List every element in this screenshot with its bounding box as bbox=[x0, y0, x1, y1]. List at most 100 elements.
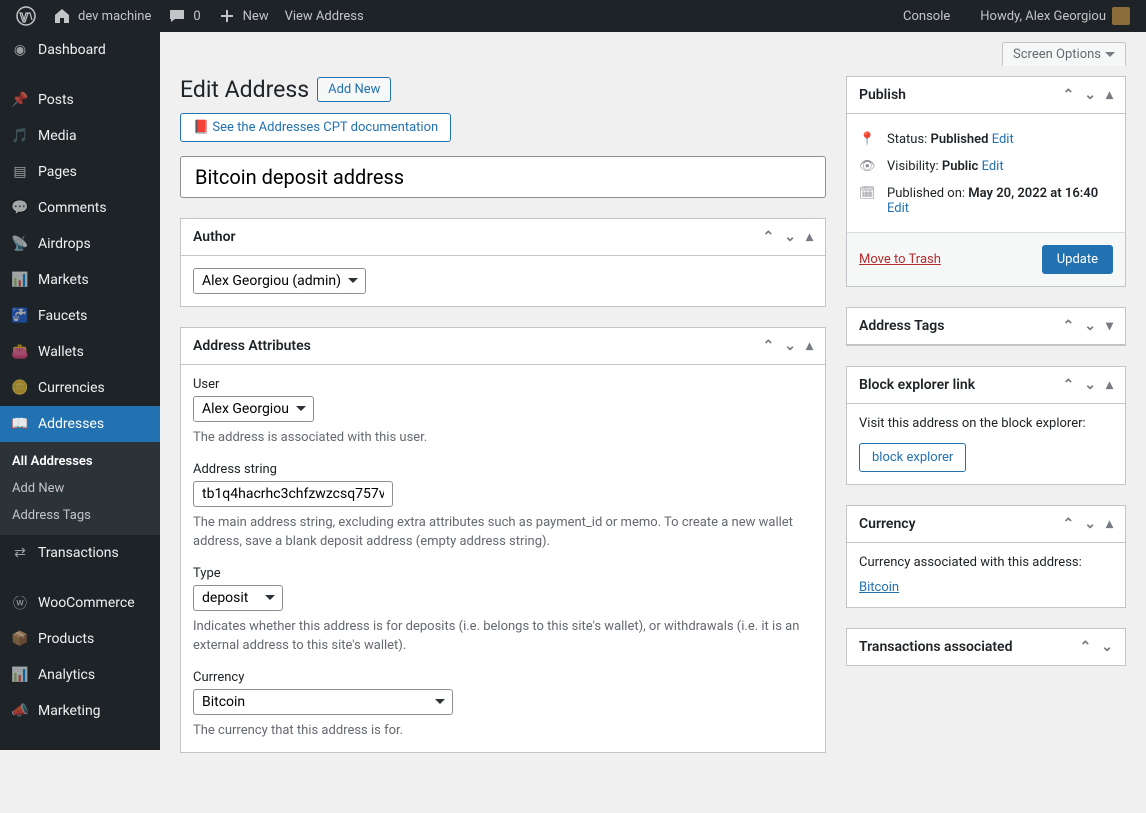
site-name[interactable]: dev machine bbox=[44, 0, 159, 32]
block-explorer-title: Block explorer link bbox=[859, 377, 975, 393]
move-up-icon[interactable]: ⌃ bbox=[1080, 639, 1092, 655]
address-string-input[interactable] bbox=[193, 481, 393, 507]
console-link[interactable]: Console bbox=[895, 0, 958, 32]
woo-icon: ⓦ bbox=[10, 593, 30, 613]
move-up-icon[interactable]: ⌃ bbox=[1063, 377, 1075, 393]
menu-comments[interactable]: 💬Comments bbox=[0, 190, 160, 226]
menu-markets[interactable]: 📊Markets bbox=[0, 262, 160, 298]
transactions-associated-title: Transactions associated bbox=[859, 639, 1012, 655]
swap-icon: ⇄ bbox=[10, 543, 30, 563]
submenu-address-tags[interactable]: Address Tags bbox=[0, 502, 160, 529]
screen-options-button[interactable]: Screen Options bbox=[1002, 42, 1126, 66]
menu-woocommerce[interactable]: ⓦWooCommerce bbox=[0, 585, 160, 621]
submenu-add-new[interactable]: Add New bbox=[0, 475, 160, 502]
currency-select[interactable]: Bitcoin bbox=[193, 689, 453, 715]
type-select[interactable]: deposit bbox=[193, 585, 283, 611]
user-select[interactable]: Alex Georgiou bbox=[193, 396, 314, 422]
comments-link[interactable]: 0 bbox=[159, 0, 208, 32]
edit-date-link[interactable]: Edit bbox=[887, 201, 909, 216]
edit-status-link[interactable]: Edit bbox=[992, 132, 1014, 147]
toggle-icon[interactable]: ▴ bbox=[806, 338, 813, 354]
pin-icon: 📌 bbox=[10, 90, 30, 110]
block-explorer-button[interactable]: block explorer bbox=[859, 443, 966, 472]
comment-icon bbox=[167, 6, 187, 26]
address-string-label: Address string bbox=[193, 462, 813, 477]
toggle-icon[interactable]: ▾ bbox=[1106, 318, 1113, 334]
menu-appearance[interactable]: 🖌️Appearance bbox=[0, 743, 160, 750]
add-new-button[interactable]: Add New bbox=[317, 77, 391, 102]
transactions-associated-metabox: Transactions associated ⌃ ⌄ bbox=[846, 628, 1126, 666]
toggle-icon[interactable]: ▴ bbox=[1106, 87, 1113, 103]
main-content: Screen Options Edit Address Add New 📕 Se… bbox=[160, 32, 1146, 813]
address-attributes-title: Address Attributes bbox=[193, 338, 311, 354]
page-title: Edit Address bbox=[180, 76, 309, 103]
author-metabox: Author ⌃ ⌄ ▴ Alex Georgiou (admin) bbox=[180, 218, 826, 307]
menu-airdrops[interactable]: 📡Airdrops bbox=[0, 226, 160, 262]
move-up-icon[interactable]: ⌃ bbox=[763, 229, 775, 245]
edit-visibility-link[interactable]: Edit bbox=[982, 159, 1004, 174]
move-down-icon[interactable]: ⌄ bbox=[1084, 516, 1096, 532]
move-down-icon[interactable]: ⌄ bbox=[1084, 318, 1096, 334]
menu-products[interactable]: 📦Products bbox=[0, 621, 160, 657]
menu-pages[interactable]: ▤Pages bbox=[0, 154, 160, 190]
documentation-link-label: See the Addresses CPT documentation bbox=[212, 120, 438, 135]
menu-dashboard[interactable]: ◉Dashboard bbox=[0, 32, 160, 68]
block-explorer-desc: Visit this address on the block explorer… bbox=[859, 416, 1113, 431]
admin-bar: dev machine 0 New View Address Console H… bbox=[0, 0, 1146, 32]
address-tags-metabox: Address Tags ⌃ ⌄ ▾ bbox=[846, 307, 1126, 346]
author-select[interactable]: Alex Georgiou (admin) bbox=[193, 268, 366, 294]
faucet-icon: 🚰 bbox=[10, 306, 30, 326]
console-label: Console bbox=[903, 9, 950, 24]
move-down-icon[interactable]: ⌄ bbox=[784, 229, 796, 245]
toggle-icon[interactable]: ▴ bbox=[1106, 377, 1113, 393]
my-account[interactable]: Howdy, Alex Georgiou bbox=[972, 0, 1138, 32]
book-emoji-icon: 📕 bbox=[193, 120, 209, 135]
currency-field-label: Currency bbox=[193, 670, 813, 685]
box-icon: 📦 bbox=[10, 629, 30, 649]
move-up-icon[interactable]: ⌃ bbox=[763, 338, 775, 354]
toggle-icon[interactable]: ▴ bbox=[806, 229, 813, 245]
menu-posts[interactable]: 📌Posts bbox=[0, 82, 160, 118]
move-down-icon[interactable]: ⌄ bbox=[1084, 87, 1096, 103]
move-up-icon[interactable]: ⌃ bbox=[1063, 516, 1075, 532]
book-icon: 📖 bbox=[10, 414, 30, 434]
wp-logo[interactable] bbox=[8, 0, 44, 32]
comments-count: 0 bbox=[193, 9, 200, 24]
menu-marketing[interactable]: 📣Marketing bbox=[0, 693, 160, 729]
view-address-label: View Address bbox=[285, 9, 364, 24]
status-icon: 📍 bbox=[859, 132, 877, 147]
calendar-icon: 🗓 bbox=[859, 186, 877, 201]
menu-transactions[interactable]: ⇄Transactions bbox=[0, 535, 160, 571]
currency-side-metabox: Currency ⌃ ⌄ ▴ Currency associated with … bbox=[846, 505, 1126, 608]
documentation-link[interactable]: 📕 See the Addresses CPT documentation bbox=[180, 113, 451, 142]
menu-media[interactable]: 🎵Media bbox=[0, 118, 160, 154]
dashboard-icon: ◉ bbox=[10, 40, 30, 60]
page-icon: ▤ bbox=[10, 162, 30, 182]
address-string-desc: The main address string, excluding extra… bbox=[193, 513, 813, 552]
airdrop-icon: 📡 bbox=[10, 234, 30, 254]
howdy-label: Howdy, Alex Georgiou bbox=[980, 9, 1106, 24]
visibility-label: Visibility: bbox=[887, 159, 942, 174]
move-to-trash-link[interactable]: Move to Trash bbox=[859, 252, 941, 267]
update-button[interactable]: Update bbox=[1042, 245, 1113, 274]
move-down-icon[interactable]: ⌄ bbox=[784, 338, 796, 354]
published-on-value: May 20, 2022 at 16:40 bbox=[968, 186, 1098, 201]
submenu-all-addresses[interactable]: All Addresses bbox=[0, 448, 160, 475]
menu-analytics[interactable]: 📊Analytics bbox=[0, 657, 160, 693]
menu-currencies[interactable]: 🪙Currencies bbox=[0, 370, 160, 406]
new-content[interactable]: New bbox=[209, 0, 277, 32]
publish-title: Publish bbox=[859, 87, 906, 103]
menu-wallets[interactable]: 👛Wallets bbox=[0, 334, 160, 370]
post-title-input[interactable] bbox=[180, 156, 826, 198]
move-down-icon[interactable]: ⌄ bbox=[1084, 377, 1096, 393]
menu-faucets[interactable]: 🚰Faucets bbox=[0, 298, 160, 334]
move-down-icon[interactable]: ⌄ bbox=[1101, 639, 1113, 655]
menu-addresses[interactable]: 📖Addresses bbox=[0, 406, 160, 442]
currency-link[interactable]: Bitcoin bbox=[859, 580, 899, 595]
move-up-icon[interactable]: ⌃ bbox=[1063, 318, 1075, 334]
author-metabox-title: Author bbox=[193, 229, 236, 245]
view-address[interactable]: View Address bbox=[277, 0, 372, 32]
toggle-icon[interactable]: ▴ bbox=[1106, 516, 1113, 532]
move-up-icon[interactable]: ⌃ bbox=[1063, 87, 1075, 103]
screen-options-label: Screen Options bbox=[1013, 47, 1101, 62]
